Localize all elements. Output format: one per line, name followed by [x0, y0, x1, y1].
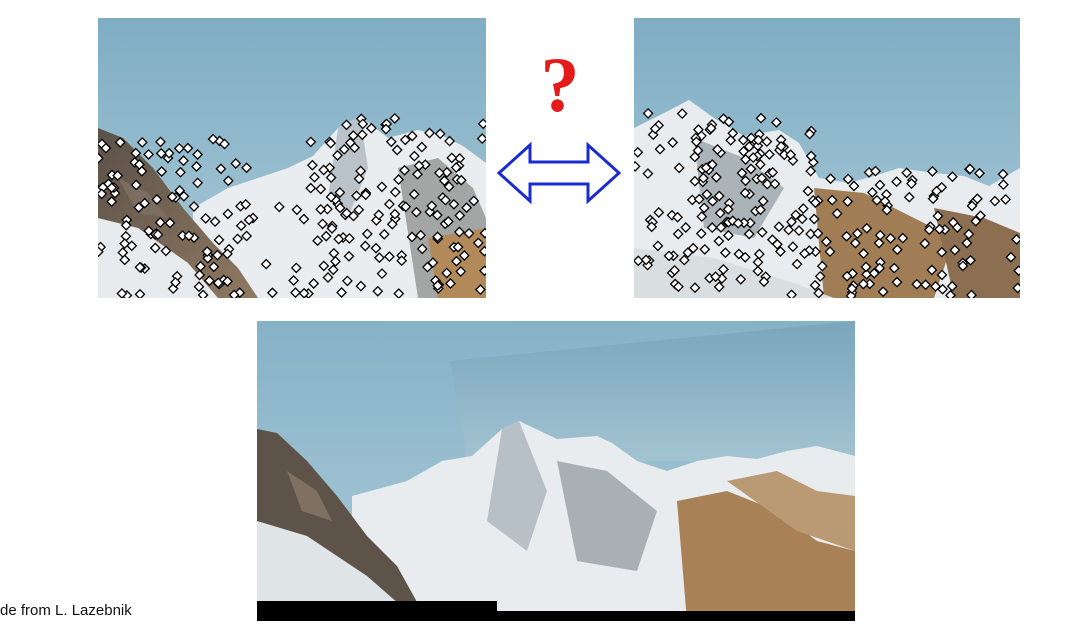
stitched-panorama-photo	[257, 321, 855, 621]
question-mark: ?	[540, 41, 580, 128]
double-arrow-icon	[496, 141, 622, 205]
panorama-canvas	[257, 321, 855, 621]
right-mountain-photo	[634, 18, 1020, 298]
left-photo-canvas	[98, 18, 486, 298]
left-mountain-photo	[98, 18, 486, 298]
slide-credit: de from L. Lazebnik	[0, 602, 132, 619]
right-photo-canvas	[634, 18, 1020, 298]
